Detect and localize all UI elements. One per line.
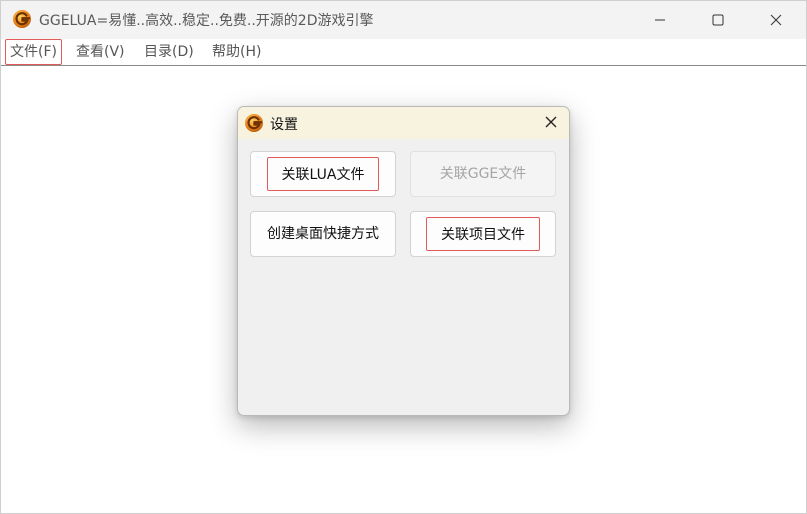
ggelua-logo-icon <box>12 9 32 29</box>
close-icon <box>544 114 558 133</box>
create-shortcut-button[interactable]: 创建桌面快捷方式 <box>250 211 396 257</box>
ggelua-logo-icon <box>244 113 264 133</box>
associate-gge-button[interactable]: 关联GGE文件 <box>410 151 556 197</box>
window-title: GGELUA=易懂..高效..稳定..免费..开源的2D游戏引擎 <box>39 13 374 29</box>
dialog-close-button[interactable] <box>539 111 563 135</box>
associate-gge-label: 关联GGE文件 <box>439 166 527 182</box>
dialog-title-bar[interactable]: 设置 <box>238 107 569 139</box>
associate-lua-button[interactable]: 关联LUA文件 <box>250 151 396 197</box>
associate-lua-label: 关联LUA文件 <box>266 157 380 191</box>
menu-help[interactable]: 帮助(H) <box>209 41 264 63</box>
associate-project-label: 关联项目文件 <box>426 217 540 251</box>
associate-project-button[interactable]: 关联项目文件 <box>410 211 556 257</box>
menu-file[interactable]: 文件(F) <box>5 39 62 65</box>
menu-bar: 文件(F) 查看(V) 目录(D) 帮助(H) <box>1 39 806 66</box>
close-icon <box>770 14 782 26</box>
minimize-icon <box>654 14 666 26</box>
main-window: GGELUA=易懂..高效..稳定..免费..开源的2D游戏引擎 文件(F) 查… <box>0 0 807 514</box>
dialog-title: 设置 <box>270 117 298 133</box>
maximize-icon <box>712 14 724 26</box>
maximize-button[interactable] <box>689 1 747 39</box>
settings-dialog: 设置 关联LUA文件 关联GGE文件 创建桌面快捷方式 关联项目文件 <box>237 106 570 416</box>
create-shortcut-label: 创建桌面快捷方式 <box>267 226 379 242</box>
menu-directory[interactable]: 目录(D) <box>141 41 197 63</box>
menu-view[interactable]: 查看(V) <box>73 41 128 63</box>
title-bar[interactable]: GGELUA=易懂..高效..稳定..免费..开源的2D游戏引擎 <box>1 1 806 39</box>
close-window-button[interactable] <box>747 1 805 39</box>
minimize-button[interactable] <box>631 1 689 39</box>
